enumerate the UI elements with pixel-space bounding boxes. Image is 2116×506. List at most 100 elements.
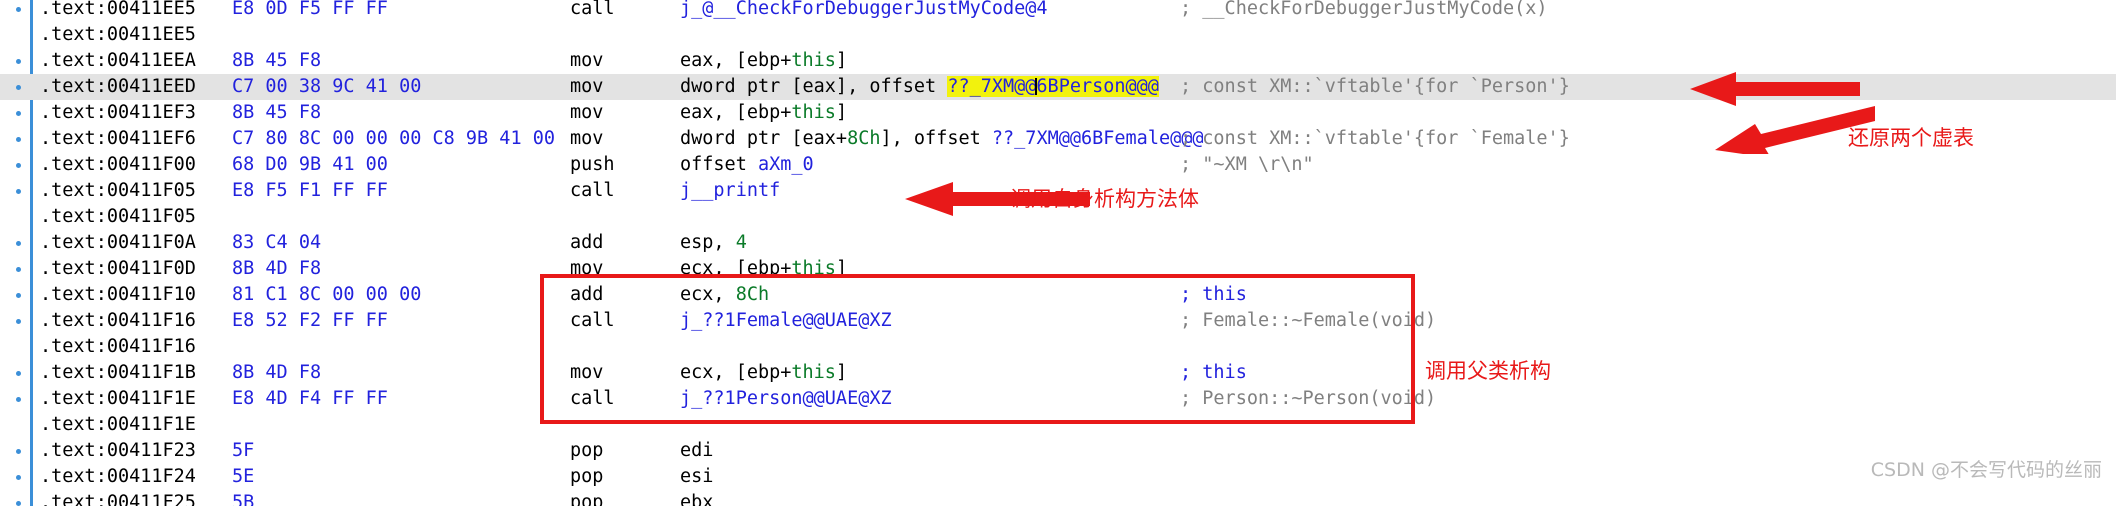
disassembly-line[interactable]: .text:00411EE5 E8 0D F5 FF FF call j_@__Che… [0,0,2116,22]
line-marker-dot [16,85,21,90]
line-opcode-bytes: 83 C4 04 [232,232,322,253]
line-operands[interactable]: j_??1Person@@UAE@XZ [680,386,892,412]
line-address: .text:00411F16 [40,310,196,331]
line-address: .text:00411F0A [40,232,196,253]
disassembly-line[interactable]: .text:00411F0A 83 C4 04 add esp, 4 [0,230,2116,256]
disassembly-line[interactable]: .text:00411F0D 8B 4D F8 mov ecx, [ebp+this] [0,256,2116,282]
line-mnemonic: add [570,284,604,305]
line-operands[interactable]: j_@__CheckForDebuggerJustMyCode@4 [680,0,1048,22]
line-address: .text:00411EF6 [40,128,196,149]
line-comment: ; const XM::`vftable'{for `Female'} [1180,128,1570,149]
line-marker-dot [16,163,21,168]
line-address: .text:00411F05 [40,206,196,227]
line-operands[interactable]: esp, 4 [680,230,747,256]
disassembly-line[interactable]: .text:00411F10 81 C1 8C 00 00 00 add ecx, 8… [0,282,2116,308]
line-marker-dot [16,267,21,272]
line-mnemonic: mov [570,258,604,279]
line-mnemonic: call [570,0,615,19]
disassembly-line[interactable]: .text:00411F23 5F pop edi [0,438,2116,464]
disassembly-line[interactable]: .text:00411F1E [0,412,2116,438]
disassembly-line[interactable]: .text:00411F16 [0,334,2116,360]
line-operands[interactable]: dword ptr [eax], offset ??_7XM@@6BPerson… [680,74,1159,100]
line-address: .text:00411F1E [40,414,196,435]
line-opcode-bytes: 8B 45 F8 [232,102,322,123]
line-marker-dot [16,475,21,480]
line-operands[interactable]: esi [680,464,713,490]
disassembly-line[interactable]: .text:00411F24 5E pop esi [0,464,2116,490]
disassembly-line[interactable]: .text:00411EF6 C7 80 8C 00 00 00 C8 9B 41… [0,126,2116,152]
line-opcode-bytes: 5B [232,492,255,506]
line-opcode-bytes: E8 52 F2 FF FF [232,310,388,331]
line-marker-dot [16,293,21,298]
line-opcode-bytes: E8 4D F4 FF FF [232,388,388,409]
line-address: .text:00411EE5 [40,0,196,19]
line-marker-dot [16,241,21,246]
line-operands[interactable]: j__printf [680,178,780,204]
line-operands[interactable]: dword ptr [eax+8Ch], offset ??_7XM@@6BFe… [680,126,1204,152]
line-address: .text:00411EEA [40,50,196,71]
line-mnemonic: mov [570,362,604,383]
line-address: .text:00411F0D [40,258,196,279]
line-marker-dot [16,7,21,12]
line-mnemonic: mov [570,50,604,71]
line-comment: ; this [1180,362,1247,383]
line-mnemonic: call [570,180,615,201]
line-opcode-bytes: 8B 45 F8 [232,50,322,71]
line-address: .text:00411F25 [40,492,196,506]
line-mnemonic: call [570,310,615,331]
line-operands[interactable]: eax, [ebp+this] [680,100,847,126]
line-address: .text:00411F16 [40,336,196,357]
disassembly-pane[interactable]: .text:00411EE5 E8 0D F5 FF FF call j_@__Che… [0,0,2116,506]
disassembly-line[interactable]: .text:00411EF3 8B 45 F8 mov eax, [ebp+this] [0,100,2116,126]
line-comment: ; Person::~Person(void) [1180,388,1437,409]
disassembly-line[interactable]: .text:00411F1B 8B 4D F8 mov ecx, [ebp+this]… [0,360,2116,386]
disassembly-line[interactable]: .text:00411F25 5B pop ebx [0,490,2116,506]
line-mnemonic: mov [570,128,604,149]
line-operands[interactable]: eax, [ebp+this] [680,48,847,74]
line-marker-dot [16,319,21,324]
line-marker-dot [16,189,21,194]
line-comment: ; "~XM \r\n" [1180,154,1314,175]
line-mnemonic: pop [570,440,604,461]
line-opcode-bytes: 5E [232,466,255,487]
disassembly-line[interactable]: .text:00411F16 E8 52 F2 FF FF call j_??1Fem… [0,308,2116,334]
annotation-label-call-parent-dtor: 调用父类析构 [1425,359,1551,383]
line-operands[interactable]: ecx, 8Ch [680,282,769,308]
line-comment: ; Female::~Female(void) [1180,310,1437,331]
disassembly-line[interactable]: .text:00411EE5 [0,22,2116,48]
line-mnemonic: pop [570,492,604,506]
line-marker-dot [16,137,21,142]
line-opcode-bytes: E8 F5 F1 FF FF [232,180,388,201]
disassembly-rows[interactable]: .text:00411EE5 E8 0D F5 FF FF call j_@__Che… [0,0,2116,506]
line-marker-dot [16,397,21,402]
line-comment: ; this [1180,284,1247,305]
line-operands[interactable]: ebx [680,490,713,506]
line-operands[interactable]: edi [680,438,713,464]
line-address: .text:00411F24 [40,466,196,487]
disassembly-line[interactable]: .text:00411EEA 8B 45 F8 mov eax, [ebp+this] [0,48,2116,74]
disassembly-line[interactable]: .text:00411EED C7 00 38 9C 41 00 mov dword … [0,74,2116,100]
watermark: CSDN @不会写代码的丝丽 [1870,459,2102,481]
line-operands[interactable]: j_??1Female@@UAE@XZ [680,308,892,334]
line-mnemonic: pop [570,466,604,487]
line-operands[interactable]: ecx, [ebp+this] [680,360,847,386]
annotation-label-restore-vtables: 还原两个虚表 [1848,126,1974,150]
line-address: .text:00411EE5 [40,24,196,45]
line-comment: ; __CheckForDebuggerJustMyCode(x) [1180,0,1548,19]
line-operands[interactable]: ecx, [ebp+this] [680,256,847,282]
line-marker-dot [16,111,21,116]
line-address: .text:00411EED [40,76,196,97]
line-mnemonic: mov [570,102,604,123]
line-operands[interactable]: offset aXm_0 [680,152,814,178]
line-opcode-bytes: 8B 4D F8 [232,362,322,383]
line-address: .text:00411EF3 [40,102,196,123]
line-address: .text:00411F1E [40,388,196,409]
line-mnemonic: call [570,388,615,409]
line-opcode-bytes: C7 00 38 9C 41 00 [232,76,422,97]
disassembly-line[interactable]: .text:00411F1E E8 4D F4 FF FF call j_??1Per… [0,386,2116,412]
disassembly-line[interactable]: .text:00411F00 68 D0 9B 41 00 push offset a… [0,152,2116,178]
line-mnemonic: mov [570,76,604,97]
line-address: .text:00411F00 [40,154,196,175]
line-opcode-bytes: 5F [232,440,255,461]
line-comment: ; const XM::`vftable'{for `Person'} [1180,76,1570,97]
